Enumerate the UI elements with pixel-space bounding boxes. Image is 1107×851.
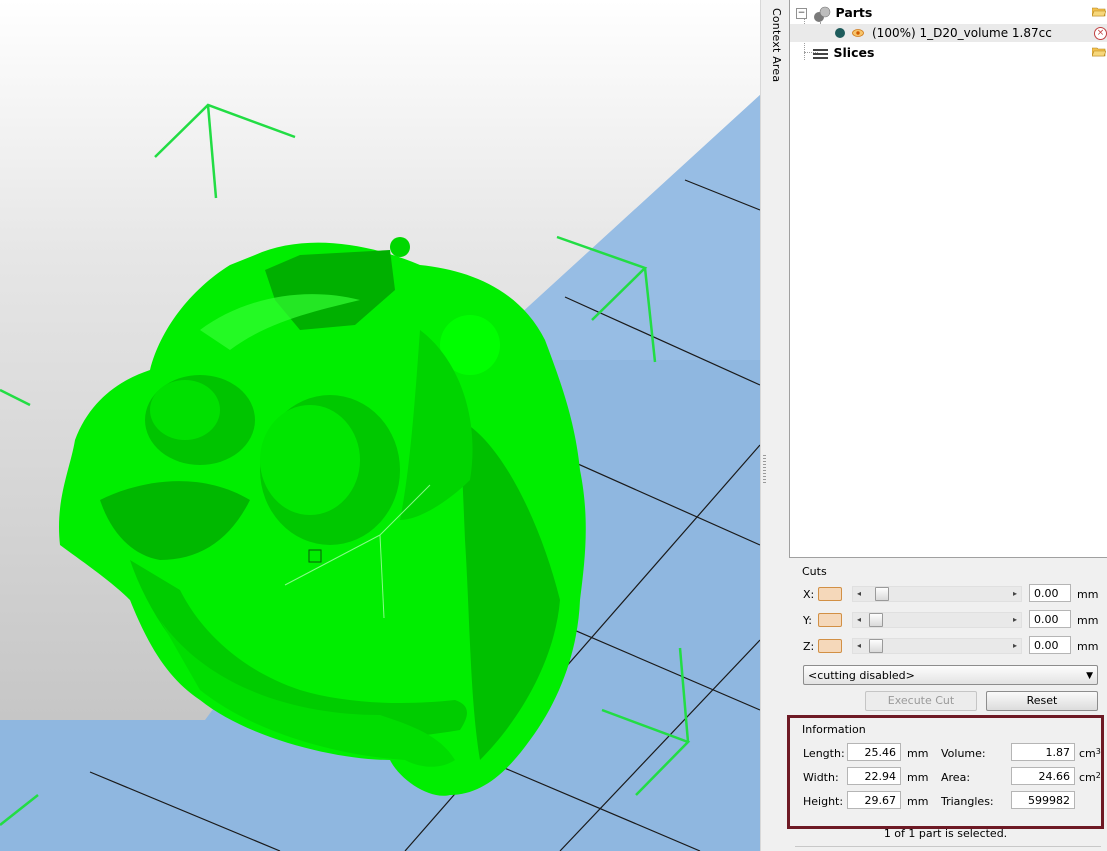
axis-y-unit: mm [1077,614,1099,627]
axis-z-color-button[interactable] [818,639,842,653]
volume-label: Volume: [941,747,986,760]
color-dot-icon [835,28,845,38]
axis-z-slider-thumb[interactable] [869,639,883,653]
area-label: Area: [941,771,971,784]
ring-model [58,237,586,796]
width-label: Width: [803,771,839,784]
selection-status: 1 of 1 part is selected. [883,827,1008,840]
object-tree[interactable]: − Parts (100%) 1_D20_volume 1.87cc × Sli… [789,0,1107,558]
status-divider [795,846,1101,847]
context-area-label: Context Area [770,8,783,83]
axis-y-slider[interactable]: ◂ ▸ [852,612,1022,628]
axis-y-value-field[interactable]: 0.00 [1029,610,1071,628]
cuts-title: Cuts [800,565,829,578]
length-label: Length: [803,747,845,760]
tree-item-slices[interactable]: Slices [812,44,874,62]
folder-open-icon[interactable] [1092,46,1106,57]
part-item-label: (100%) 1_D20_volume 1.87cc [872,26,1052,40]
slices-label: Slices [833,45,875,60]
close-icon[interactable]: × [1094,27,1107,40]
tree-item-part-row[interactable]: (100%) 1_D20_volume 1.87cc × [790,24,1107,42]
parts-label: Parts [835,5,873,20]
length-value: 25.46 [847,743,901,761]
height-unit: mm [907,795,929,808]
axis-x-value-field[interactable]: 0.00 [1029,584,1071,602]
splitter-grip [763,455,766,485]
axis-y-slider-thumb[interactable] [869,613,883,627]
area-value: 24.66 [1011,767,1075,785]
triangles-value: 599982 [1011,791,1075,809]
context-area-tab[interactable]: Context Area [768,0,788,851]
execute-cut-button[interactable]: Execute Cut [865,691,977,711]
cutting-mode-value: <cutting disabled> [808,669,915,682]
parts-spheres-icon [814,6,831,22]
axis-z-unit: mm [1077,640,1099,653]
axis-x-unit: mm [1077,588,1099,601]
eye-icon[interactable] [852,27,864,39]
axis-y-color-button[interactable] [818,613,842,627]
width-value: 22.94 [847,767,901,785]
height-label: Height: [803,795,844,808]
axis-x-label: X: [803,588,815,601]
chevron-down-icon: ▼ [1086,671,1093,681]
axis-z-value-field[interactable]: 0.00 [1029,636,1071,654]
scene-render [0,95,760,851]
reset-button[interactable]: Reset [986,691,1098,711]
area-unit: cm2 [1079,771,1101,784]
parts-expander[interactable]: − [796,8,807,19]
cutting-mode-select[interactable]: <cutting disabled> ▼ [803,665,1098,685]
axis-x-slider-thumb[interactable] [875,587,889,601]
axis-x-slider[interactable]: ◂ ▸ [852,586,1022,602]
axis-x-color-button[interactable] [818,587,842,601]
folder-open-icon[interactable] [1092,6,1106,17]
axis-z-slider[interactable]: ◂ ▸ [852,638,1022,654]
tree-item-parts[interactable]: Parts [812,4,872,22]
3d-viewport[interactable] [0,0,760,851]
information-title: Information [800,723,868,736]
volume-value: 1.87 [1011,743,1075,761]
slices-stack-icon [813,49,828,59]
axis-y-label: Y: [803,614,812,627]
width-unit: mm [907,771,929,784]
length-unit: mm [907,747,929,760]
triangles-label: Triangles: [941,795,994,808]
information-panel: Information Length: 25.46 mm Width: 22.9… [787,715,1104,829]
axis-z-label: Z: [803,640,815,653]
volume-unit: cm3 [1079,747,1101,760]
cuts-panel: Cuts X: ◂ ▸ 0.00 mm Y: ◂ ▸ 0.00 mm Z: ◂ … [795,565,1101,715]
height-value: 29.67 [847,791,901,809]
